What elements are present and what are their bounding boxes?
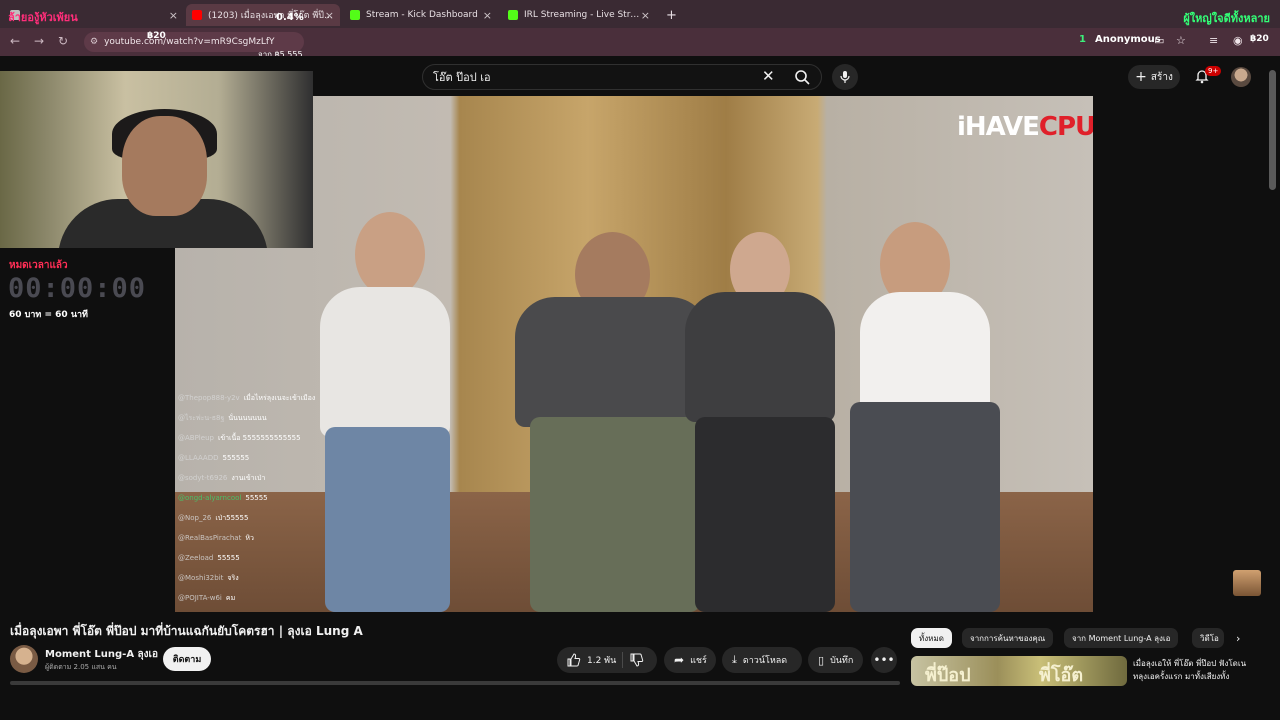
chip-from-channel[interactable]: จาก Moment Lung-A ลุงเอ [1064, 628, 1179, 648]
share-button[interactable]: ➦ แชร์ [664, 647, 716, 673]
save-button[interactable]: ▯ บันทึก [808, 647, 863, 673]
tab-youtube-video[interactable]: (1203) เมื่อลุงเอพา พี่โอ๊ต พี่ป๊อป × [186, 4, 340, 26]
tab-close-icon[interactable]: × [325, 9, 334, 22]
chat-message: @ongd-alyarncool 55555 [178, 494, 268, 502]
create-label: สร้าง [1150, 71, 1173, 83]
chat-overlay: @Thepop888-y2v เมื่อไหร่ลุงเนจะเข้าเมือง … [178, 388, 328, 608]
browser-tab-bar: × (1203) เมื่อลุงเอพา พี่โอ๊ต พี่ป๊อป × … [0, 0, 1280, 28]
reload-icon[interactable]: ↻ [58, 34, 68, 48]
address-bar-row: ← → ↻ ⚙ youtube.com/watch?v=mR9CsgMzLfY … [0, 28, 1280, 56]
chip-from-search[interactable]: จากการค้นหาของคุณ [962, 628, 1054, 648]
kick-favicon-icon [350, 10, 360, 20]
chat-message: @Nop_26 เป่า55555 [178, 514, 249, 522]
save-label: บันทึก [830, 656, 854, 666]
video-person [300, 212, 490, 612]
notification-badge: 9+ [1205, 66, 1222, 76]
thumbs-up-icon [567, 653, 581, 667]
like-count: 1.2 พัน [587, 656, 617, 666]
chat-message: @POJITA-w6i คม [178, 594, 236, 602]
bookmark-star-icon[interactable]: ☆ [1176, 34, 1186, 47]
chat-message: @LLAAADD 555555 [178, 454, 250, 462]
microphone-icon [840, 71, 850, 83]
tab-close-icon[interactable]: × [169, 9, 178, 22]
share-label: แชร์ [690, 656, 707, 666]
subscribe-button[interactable]: ติดตาม [163, 647, 211, 671]
chat-message: @Moshi32bit จริง [178, 574, 239, 582]
thumbs-down-icon[interactable] [630, 653, 644, 667]
more-actions-button[interactable]: ••• [871, 647, 897, 673]
overlay-rank-number: 1 [1079, 34, 1086, 45]
chat-message: @sodyt-t6926 งานเข้าเป่า [178, 474, 266, 482]
search-button[interactable] [782, 64, 822, 90]
recommended-video-title[interactable]: เมื่อลุงเอให้ พี่โอ๊ต พี่ป๊อป ฟังโดเนทลุ… [1133, 657, 1258, 683]
tab-kick-dashboard[interactable]: Stream - Kick Dashboard × [344, 4, 498, 26]
channel-avatar[interactable] [10, 645, 38, 673]
youtube-favicon-icon [192, 10, 202, 20]
account-avatar[interactable] [1231, 67, 1251, 87]
bottom-page-area [0, 686, 1280, 720]
video-title: เมื่อลุงเอพา พี่โอ๊ต พี่ป๊อป มาที่บ้านแฉ… [10, 624, 363, 638]
channel-subscriber-count: ผู้ติดตาม 2.05 แสน คน [45, 663, 117, 671]
kick-favicon-icon [508, 10, 518, 20]
chat-message: @ABPleup เข้าเนื้อ 5555555555555 [178, 434, 301, 442]
tab-kick-irl[interactable]: IRL Streaming - Live Streams on × [502, 4, 656, 26]
overlay-donor-amount: ฿20 [1250, 34, 1269, 44]
tab-title: Stream - Kick Dashboard [366, 10, 478, 20]
timer-title: หมดเวลาแล้ว [9, 260, 68, 271]
url-text: youtube.com/watch?v=mR9CsgMzLfY [104, 37, 275, 47]
overlay-donor-name: Anonymous [1095, 34, 1161, 45]
overlay-percent: 0.4% [276, 12, 304, 23]
clear-search-icon[interactable]: ✕ [762, 67, 775, 85]
bookmark-icon: ▯ [818, 653, 825, 667]
site-info-icon[interactable]: ⚙ [90, 37, 98, 47]
chat-message: @RealBasPirachat หิว [178, 534, 254, 542]
tab-close-icon[interactable]: × [483, 9, 492, 22]
tab-title: IRL Streaming - Live Streams on [524, 10, 642, 20]
chat-message: @Zeeload 55555 [178, 554, 240, 562]
video-person [685, 232, 845, 612]
back-icon[interactable]: ← [10, 34, 20, 48]
thumbnail-text: พี่โอ๊ต [1039, 665, 1084, 686]
tab-title: (1203) เมื่อลุงเอพา พี่โอ๊ต พี่ป๊อป [208, 11, 334, 21]
create-button[interactable]: + สร้าง [1128, 65, 1180, 89]
overlay-top-left-text: ล้ายองู้หัวเพ้ยน [8, 11, 78, 24]
forward-icon[interactable]: → [34, 34, 44, 48]
share-icon: ➦ [674, 653, 685, 667]
chat-message: @Thepop888-y2v เมื่อไหร่ลุงเนจะเข้าเมือง [178, 394, 316, 402]
like-button[interactable]: 1.2 พัน [557, 647, 657, 673]
plus-icon: + [1135, 69, 1147, 85]
download-button[interactable]: ⤓ ดาวน์โหลด [722, 647, 802, 673]
new-tab-button[interactable]: + [660, 4, 680, 26]
profile-icon[interactable]: ◉ [1233, 34, 1243, 47]
recommended-video-thumbnail[interactable]: พี่ป๊อป พี่โอ๊ต [911, 656, 1127, 686]
overlay-top-right-text: ผู้ใหญ่ใจดีทั้งหลาย [1183, 12, 1270, 25]
streamer-webcam [0, 71, 313, 248]
chip-all[interactable]: ทั้งหมด [911, 628, 952, 648]
voice-search-button[interactable] [832, 64, 858, 90]
chip-videos[interactable]: วิดีโอ [1192, 628, 1224, 648]
media-control-icon[interactable]: ≡ [1209, 34, 1218, 47]
overlay-avatar-thumbnail [1233, 570, 1261, 596]
thumbnail-text: พี่ป๊อป [925, 665, 971, 686]
search-icon [795, 70, 810, 85]
channel-name[interactable]: Moment Lung-A ลุงเอ [45, 647, 158, 662]
overlay-price: ฿20 [147, 31, 166, 41]
page-scrollbar[interactable] [1269, 70, 1276, 190]
download-label: ดาวน์โหลด [742, 656, 788, 666]
countdown-timer: 00:00:00 [8, 273, 147, 304]
chat-message: @ไระพ่ะน-ธ8ฐ นั่นนนนนนน [178, 414, 267, 422]
tab-close-icon[interactable]: × [641, 9, 650, 22]
ihavecpu-logo: iHAVECPU [957, 112, 1093, 142]
timer-rate: 60 บาท = 60 นาที [9, 310, 88, 320]
download-icon: ⤓ [732, 653, 737, 666]
video-person [835, 222, 1015, 612]
scroll-track [10, 681, 900, 685]
search-query-text: โอ๊ต ป๊อป เอ [433, 71, 491, 84]
chevron-right-icon[interactable]: › [1236, 632, 1240, 645]
